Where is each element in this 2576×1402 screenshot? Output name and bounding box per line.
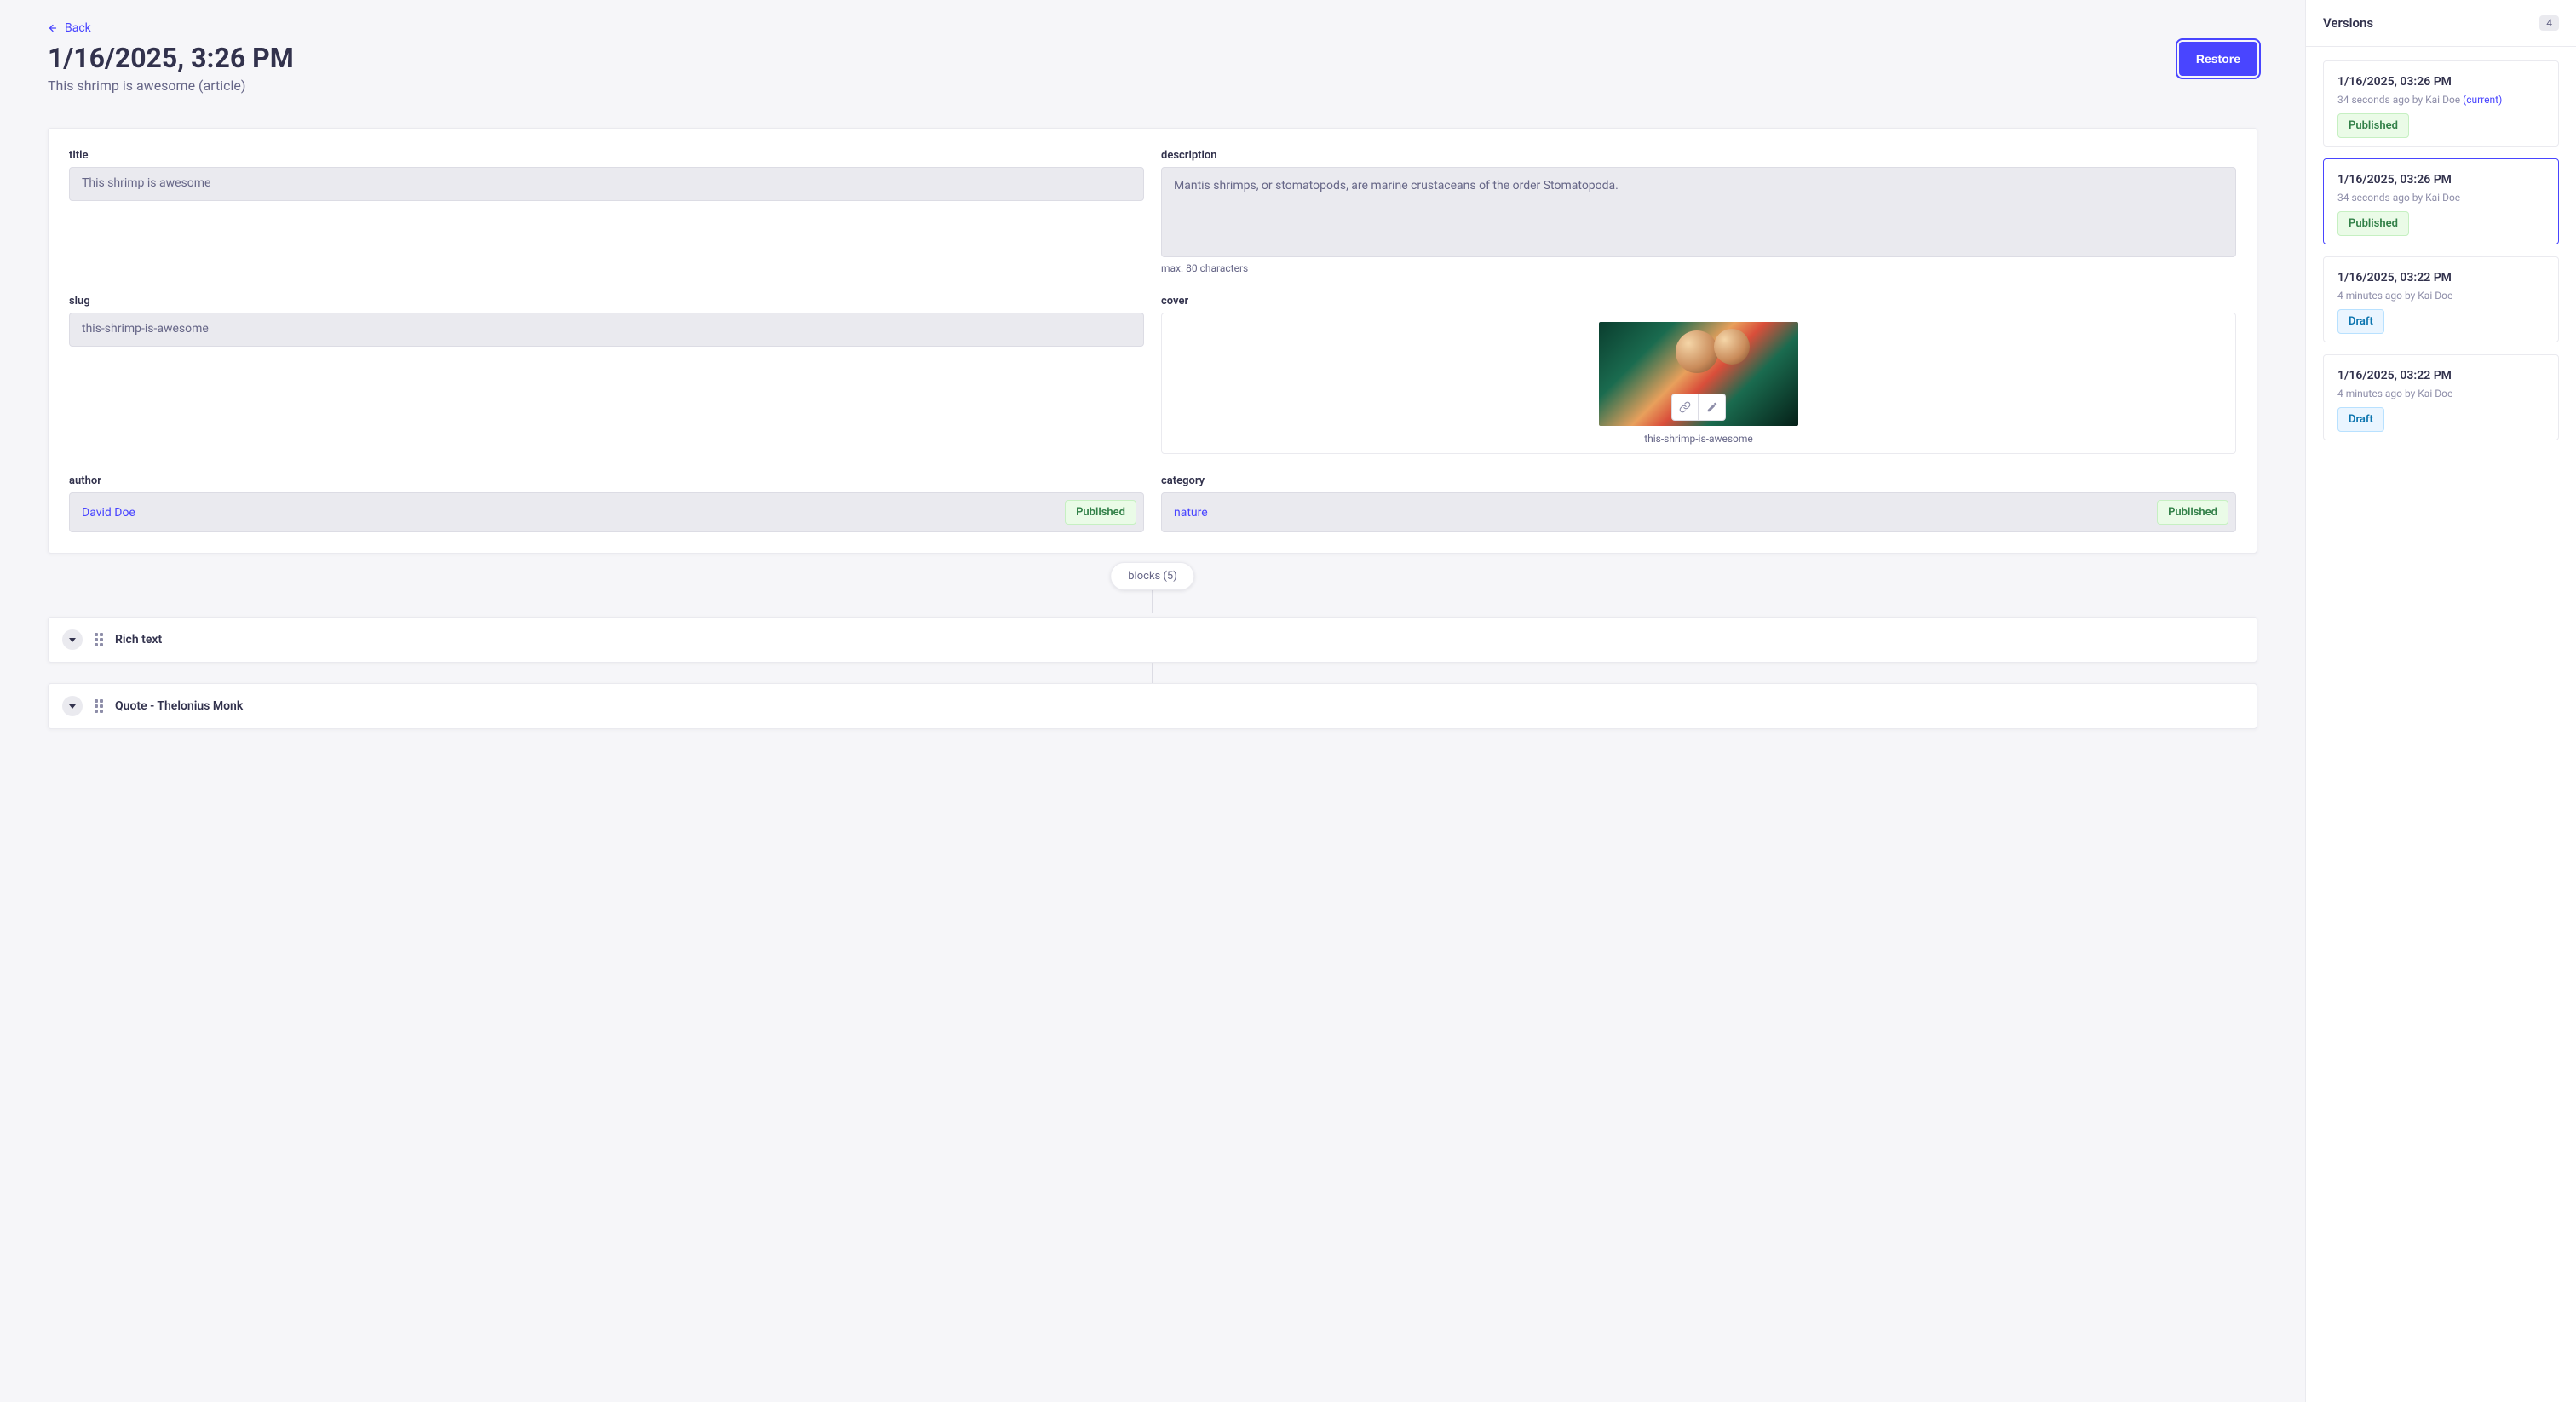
block-row[interactable]: Rich text [48, 617, 2257, 663]
caret-down-icon [69, 638, 76, 642]
author-relation: David Doe Published [69, 492, 1144, 532]
field-category: category nature Published [1161, 474, 2236, 532]
version-meta: 34 seconds ago by Kai Doe [2337, 192, 2544, 204]
versions-count: 4 [2539, 15, 2559, 31]
category-link[interactable]: nature [1174, 506, 1208, 520]
block-title: Rich text [115, 633, 162, 646]
title-input: This shrimp is awesome [69, 167, 1144, 201]
version-meta: 4 minutes ago by Kai Doe [2337, 388, 2544, 399]
versions-panel: Versions 4 1/16/2025, 03:26 PM 34 seconds… [2305, 0, 2576, 1402]
field-description: description Mantis shrimps, or stomatopo… [1161, 149, 2236, 274]
version-status-badge: Draft [2337, 407, 2384, 432]
version-card[interactable]: 1/16/2025, 03:26 PM 34 seconds ago by Kai… [2323, 60, 2559, 147]
page-subtitle: This shrimp is awesome (article) [48, 78, 294, 94]
cover-actions [1671, 394, 1726, 421]
blocks-section: blocks (5) Rich text Quote - Thelonius M… [48, 577, 2257, 729]
version-card[interactable]: 1/16/2025, 03:22 PM 4 minutes ago by Kai … [2323, 354, 2559, 440]
cover-link-button[interactable] [1671, 394, 1699, 421]
form-card: title This shrimp is awesome description… [48, 128, 2257, 554]
versions-list: 1/16/2025, 03:26 PM 34 seconds ago by Kai… [2306, 47, 2576, 466]
version-status-badge: Published [2337, 113, 2409, 138]
arrow-left-icon [48, 23, 58, 33]
field-cover: cover this-shrimp-is-awesome [1161, 295, 2236, 454]
version-status-badge: Published [2337, 211, 2409, 236]
caret-down-icon [69, 704, 76, 709]
page-title: 1/16/2025, 3:26 PM [48, 42, 294, 74]
drag-handle-icon[interactable] [95, 699, 103, 713]
blocks-count-pill: blocks (5) [1110, 562, 1194, 590]
category-status-badge: Published [2157, 500, 2228, 525]
author-status-badge: Published [1065, 500, 1136, 525]
slug-label: slug [69, 295, 1144, 307]
connector-line [1152, 663, 1153, 683]
cover-label: cover [1161, 295, 2236, 307]
version-card[interactable]: 1/16/2025, 03:22 PM 4 minutes ago by Kai … [2323, 256, 2559, 342]
restore-button[interactable]: Restore [2179, 42, 2257, 76]
versions-title: Versions [2323, 15, 2373, 31]
category-relation: nature Published [1161, 492, 2236, 532]
drag-handle-icon[interactable] [95, 633, 103, 646]
author-link[interactable]: David Doe [82, 506, 135, 520]
versions-header: Versions 4 [2306, 0, 2576, 47]
link-icon [1679, 401, 1691, 413]
description-label: description [1161, 149, 2236, 162]
version-date: 1/16/2025, 03:22 PM [2337, 271, 2544, 284]
field-title: title This shrimp is awesome [69, 149, 1144, 274]
cover-caption: this-shrimp-is-awesome [1644, 433, 1753, 445]
field-author: author David Doe Published [69, 474, 1144, 532]
current-label: (current) [2463, 94, 2502, 106]
version-status-badge: Draft [2337, 309, 2384, 334]
version-meta: 34 seconds ago by Kai Doe (current) [2337, 94, 2544, 106]
description-help: max. 80 characters [1161, 262, 2236, 274]
block-title: Quote - Thelonius Monk [115, 699, 243, 713]
version-meta: 4 minutes ago by Kai Doe [2337, 290, 2544, 302]
title-label: title [69, 149, 1144, 162]
collapse-button[interactable] [62, 696, 83, 716]
back-label: Back [65, 21, 91, 35]
page-header: 1/16/2025, 3:26 PM This shrimp is awesom… [48, 42, 2257, 94]
back-link[interactable]: Back [48, 21, 91, 35]
cover-image [1599, 322, 1798, 426]
collapse-button[interactable] [62, 629, 83, 650]
pencil-icon [1706, 401, 1718, 413]
version-date: 1/16/2025, 03:26 PM [2337, 173, 2544, 187]
author-label: author [69, 474, 1144, 487]
version-card[interactable]: 1/16/2025, 03:26 PM 34 seconds ago by Kai… [2323, 158, 2559, 244]
cover-box: this-shrimp-is-awesome [1161, 313, 2236, 454]
field-slug: slug this-shrimp-is-awesome [69, 295, 1144, 454]
description-input: Mantis shrimps, or stomatopods, are mari… [1161, 167, 2236, 257]
block-row[interactable]: Quote - Thelonius Monk [48, 683, 2257, 729]
category-label: category [1161, 474, 2236, 487]
version-date: 1/16/2025, 03:22 PM [2337, 369, 2544, 382]
version-date: 1/16/2025, 03:26 PM [2337, 75, 2544, 89]
cover-edit-button[interactable] [1699, 394, 1726, 421]
main-content: Back 1/16/2025, 3:26 PM This shrimp is a… [0, 0, 2305, 1402]
slug-input: this-shrimp-is-awesome [69, 313, 1144, 347]
